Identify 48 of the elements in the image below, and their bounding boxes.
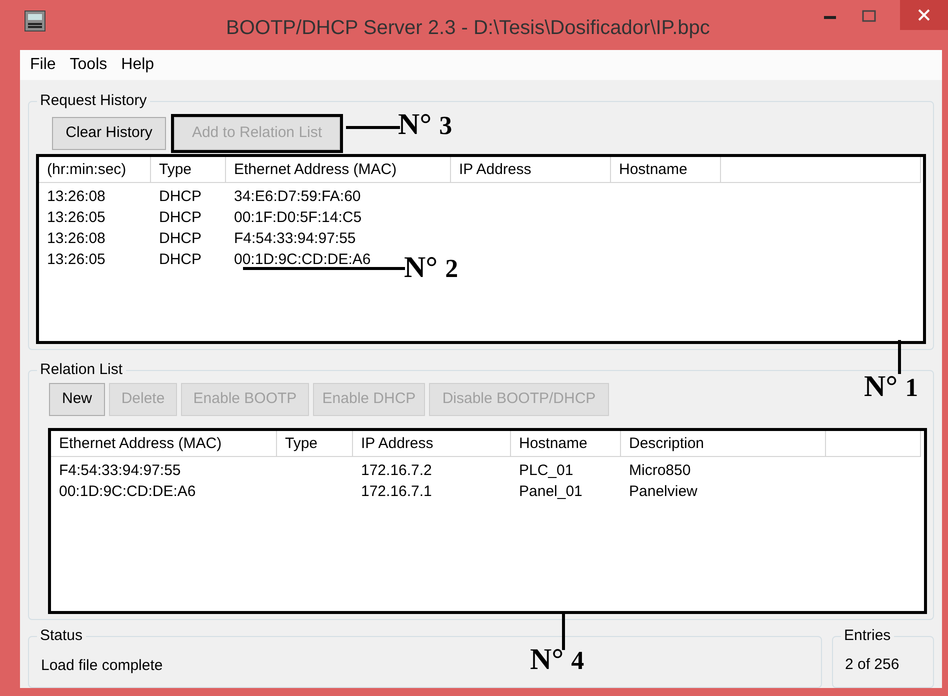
close-button[interactable]: [900, 0, 948, 30]
column-header[interactable]: (hr:min:sec): [39, 156, 151, 183]
table-cell: DHCP: [159, 250, 202, 268]
table-cell: 00:1F:D0:5F:14:C5: [234, 208, 362, 226]
column-header[interactable]: Type: [151, 156, 226, 183]
status-text: Load file complete: [41, 657, 163, 674]
table-cell: 13:26:08: [47, 188, 106, 205]
table-cell: Micro850: [629, 462, 691, 479]
app-icon: [24, 10, 46, 32]
column-header[interactable]: IP Address: [451, 156, 611, 183]
table-cell: Panel_01: [519, 482, 582, 500]
table-cell: 13:26:05: [47, 208, 106, 226]
column-header[interactable]: Hostname: [511, 430, 621, 457]
column-header[interactable]: Description: [621, 430, 826, 457]
table-cell: F4:54:33:94:97:55: [59, 462, 181, 479]
table-cell: DHCP: [159, 230, 202, 247]
close-icon: [918, 9, 930, 21]
annotation-label: N° 1: [864, 372, 918, 403]
window-title: BOOTP/DHCP Server 2.3 - D:\Tesis\Dosificador\IP.bpc: [226, 16, 710, 41]
toolbar-button[interactable]: Clear History: [52, 116, 166, 150]
annotation-label: N° 2: [404, 253, 458, 284]
annotation-label: N° 3: [398, 110, 452, 141]
leader-line: [346, 126, 400, 129]
menu-item[interactable]: File: [30, 52, 56, 77]
table-cell: Panelview: [629, 482, 698, 500]
column-header[interactable]: Ethernet Address (MAC): [51, 430, 277, 457]
entries-count: 2 of 256: [845, 655, 900, 675]
annotation-label: N° 4: [530, 645, 584, 676]
table-cell: 13:26:08: [47, 230, 106, 247]
table-cell: 172.16.7.1: [361, 482, 432, 500]
column-header[interactable]: Type: [277, 430, 353, 457]
menu-item[interactable]: Tools: [70, 52, 108, 77]
minimize-icon[interactable]: [824, 14, 836, 20]
table-cell: 172.16.7.2: [361, 462, 432, 479]
table-cell: 00:1D:9C:CD:DE:A6: [234, 250, 371, 268]
table-cell: F4:54:33:94:97:55: [234, 230, 356, 247]
table-cell: DHCP: [159, 208, 202, 226]
toolbar-button[interactable]: New: [49, 382, 105, 416]
table-cell: 34:E6:D7:59:FA:60: [234, 188, 361, 205]
column-header[interactable]: Ethernet Address (MAC): [226, 156, 451, 183]
column-header[interactable]: IP Address: [353, 430, 511, 457]
column-header[interactable]: Hostname: [611, 156, 721, 183]
table-cell: PLC_01: [519, 462, 574, 479]
table-cell: 00:1D:9C:CD:DE:A6: [59, 482, 196, 500]
maximize-icon[interactable]: [862, 10, 876, 22]
table-cell: 13:26:05: [47, 250, 106, 268]
menu-item[interactable]: Help: [121, 52, 154, 77]
table-cell: DHCP: [159, 188, 202, 205]
